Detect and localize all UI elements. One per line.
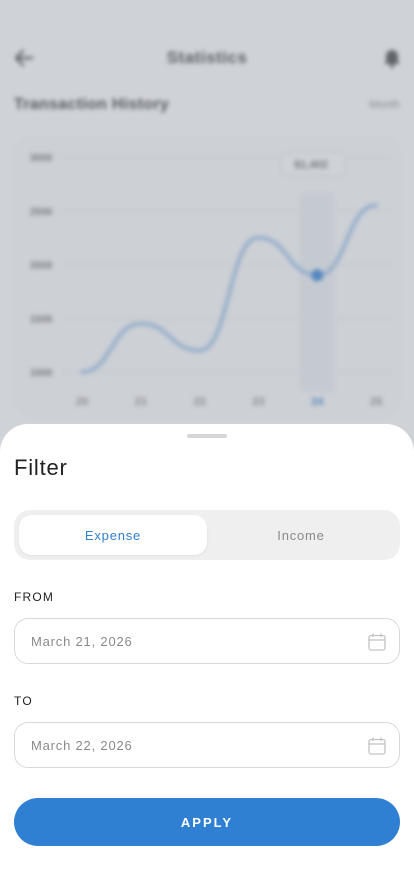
to-date-field[interactable]: March 22, 2026 [14, 722, 400, 768]
calendar-icon[interactable] [367, 736, 387, 756]
from-date-value: March 21, 2026 [31, 633, 133, 649]
to-date-value: March 22, 2026 [31, 737, 133, 753]
drag-handle[interactable] [187, 434, 227, 438]
tab-income[interactable]: Income [207, 515, 395, 555]
from-date-field[interactable]: March 21, 2026 [14, 618, 400, 664]
filter-sheet: Filter Expense Income FROM March 21, 202… [0, 424, 414, 896]
to-label: TO [14, 694, 33, 708]
tab-expense[interactable]: Expense [19, 515, 207, 555]
apply-button[interactable]: APPLY [14, 798, 400, 846]
calendar-icon[interactable] [367, 632, 387, 652]
sheet-title: Filter [14, 455, 68, 480]
from-label: FROM [14, 590, 55, 604]
statistics-screen: Statistics Transaction History Month 300… [0, 0, 414, 896]
type-toggle: Expense Income [14, 510, 400, 560]
